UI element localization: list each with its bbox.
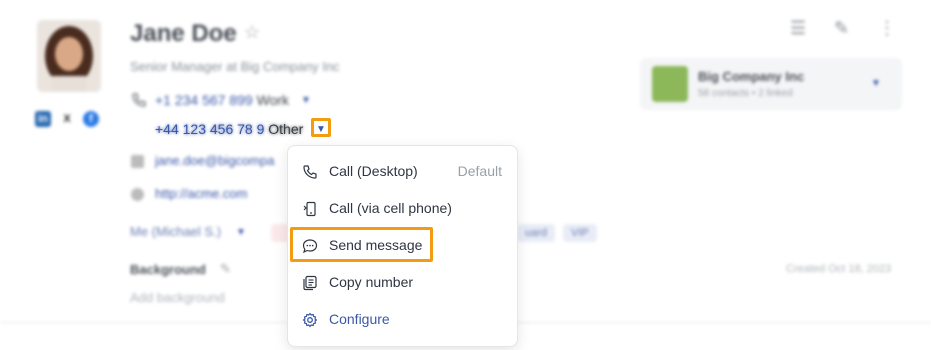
menu-item-label: Copy number [329, 274, 414, 290]
phone-icon [132, 93, 146, 107]
tag[interactable]: VIP [563, 224, 597, 242]
background-label: Background [130, 262, 206, 277]
edit-icon[interactable]: ✎ [220, 261, 231, 277]
owner-dropdown-icon[interactable]: ▼ [236, 227, 246, 238]
phone-type: Other [268, 121, 304, 137]
menu-item-label: Configure [329, 311, 390, 327]
created-date: Created Oct 18, 2023 [786, 263, 892, 275]
phone-type: Work [256, 92, 290, 108]
menu-item-highlight [290, 227, 433, 262]
company-card[interactable]: Big Company Inc 58 contacts • 2 linked ▼ [640, 58, 902, 110]
menu-item-call-cell[interactable]: Call (via cell phone) [288, 192, 517, 226]
mobile-phone-icon [303, 201, 316, 217]
menu-item-label: Call (via cell phone) [329, 200, 452, 216]
menu-item-call-desktop[interactable]: Call (Desktop) Default [288, 155, 517, 189]
copy-icon [303, 275, 317, 291]
dropdown-highlight [311, 118, 331, 137]
menu-item-configure[interactable]: Configure [288, 303, 517, 337]
default-badge: Default [457, 163, 502, 179]
phone-type-dropdown-icon[interactable]: ▼ [301, 95, 311, 106]
menu-item-label: Call (Desktop) [329, 163, 418, 179]
menu-item-copy-number[interactable]: Copy number [288, 266, 517, 300]
phone-row-1: +1 234 567 899 Work [155, 92, 289, 108]
phone-row-2: +44 123 456 78 9 Other [155, 121, 303, 137]
tag[interactable]: uard [517, 224, 556, 242]
x-icon[interactable]: X [59, 111, 75, 127]
website-link[interactable]: http://acme.com [155, 186, 247, 201]
contact-name: Jane Doe [130, 20, 237, 47]
email-icon [131, 155, 144, 168]
database-icon[interactable]: ☰ [790, 18, 806, 39]
company-logo [652, 66, 688, 102]
company-meta: 58 contacts • 2 linked [698, 88, 793, 99]
contact-subtitle: Senior Manager at Big Company Inc [130, 59, 340, 74]
edit-icon[interactable]: ✎ [834, 18, 849, 39]
phone-icon [303, 165, 317, 179]
phone-number[interactable]: +44 123 456 78 9 [155, 121, 264, 137]
email-link[interactable]: jane.doe@bigcompa [155, 153, 274, 168]
owner-selector[interactable]: Me (Michael S.) [130, 224, 221, 239]
gear-icon [302, 312, 318, 328]
globe-icon [131, 188, 144, 201]
phone-number[interactable]: +1 234 567 899 [155, 92, 253, 108]
star-icon[interactable]: ☆ [244, 22, 260, 43]
linkedin-icon[interactable]: in [35, 111, 51, 127]
more-options-icon[interactable]: ⋮ [878, 18, 896, 39]
facebook-icon[interactable]: f [83, 111, 99, 127]
avatar [37, 20, 101, 92]
company-dropdown-icon[interactable]: ▼ [871, 78, 881, 89]
background-placeholder[interactable]: Add background [130, 290, 225, 305]
company-name: Big Company Inc [698, 69, 805, 84]
